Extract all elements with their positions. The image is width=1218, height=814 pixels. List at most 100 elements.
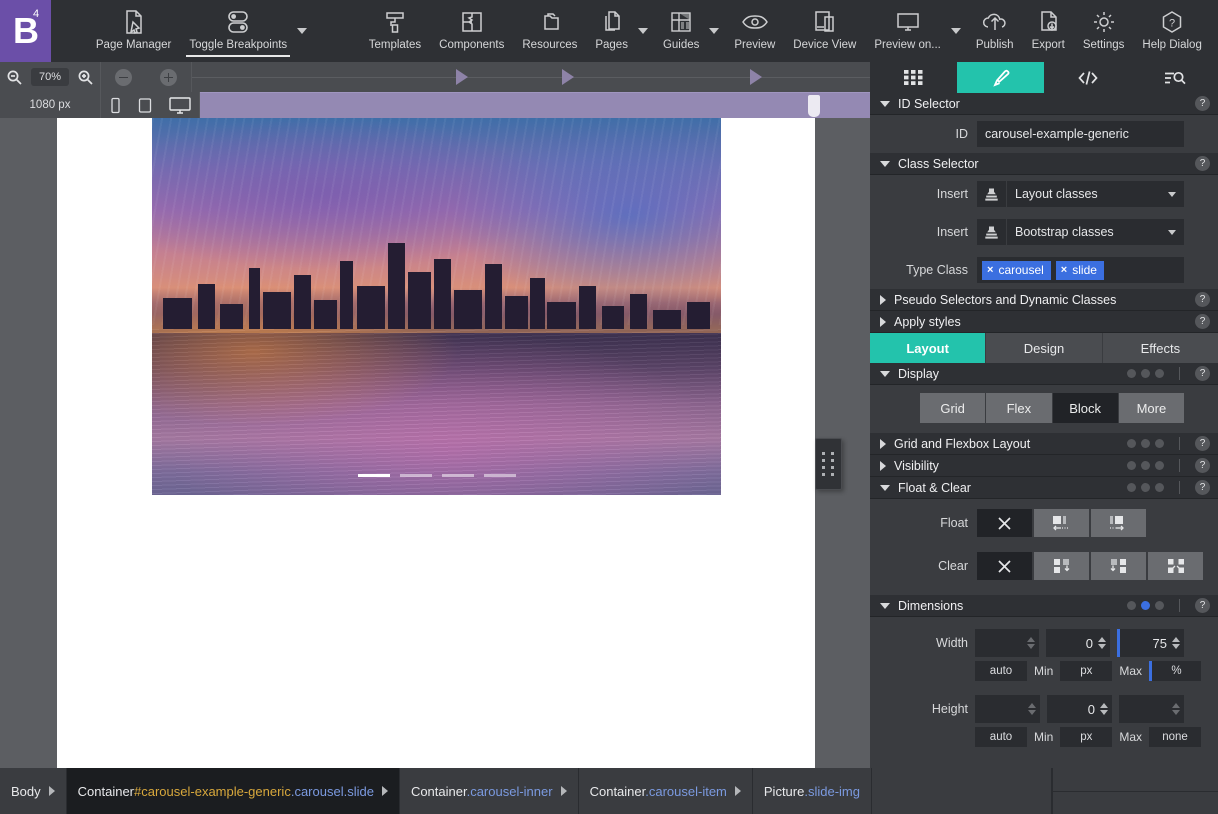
height-max-unit-button[interactable]: none <box>1149 727 1202 747</box>
breakpoint-marker-1[interactable] <box>456 69 468 85</box>
breakpoint-marker-2[interactable] <box>562 69 574 85</box>
display-flex-button[interactable]: Flex <box>986 393 1053 423</box>
float-right-button[interactable] <box>1091 509 1146 537</box>
section-header-grid-flexbox[interactable]: Grid and Flexbox Layout ? <box>870 433 1218 455</box>
help-icon[interactable]: ? <box>1195 314 1210 329</box>
section-header-dimensions[interactable]: Dimensions ? <box>870 595 1218 617</box>
toggle-breakpoints-dropdown[interactable] <box>296 0 313 62</box>
toolbar-button-resources[interactable]: Resources <box>513 0 586 62</box>
help-icon[interactable]: ? <box>1195 96 1210 111</box>
clear-both-button[interactable] <box>1148 552 1203 580</box>
remove-chip-icon[interactable]: × <box>987 264 993 276</box>
toolbar-button-device-view[interactable]: Device View <box>784 0 865 62</box>
carousel-slide-image[interactable] <box>152 118 721 495</box>
breakpoint-marker-3[interactable] <box>750 69 762 85</box>
carousel-indicator[interactable] <box>399 474 432 477</box>
height-min-input[interactable]: 0 <box>1047 695 1112 723</box>
id-input[interactable]: carousel-example-generic <box>977 121 1184 147</box>
help-icon[interactable]: ? <box>1195 436 1210 451</box>
breakpoint-ruler[interactable] <box>192 62 870 92</box>
class-chip[interactable]: × slide <box>1055 260 1104 280</box>
section-header-display[interactable]: Display ? <box>870 363 1218 385</box>
canvas-page[interactable] <box>57 118 815 768</box>
help-icon[interactable]: ? <box>1195 156 1210 171</box>
breakpoint-range-bar[interactable] <box>200 92 870 118</box>
stamp-icon[interactable] <box>977 219 1007 245</box>
help-icon[interactable]: ? <box>1195 458 1210 473</box>
breadcrumb-item-carousel-inner[interactable]: Container.carousel-inner <box>400 768 579 814</box>
help-icon[interactable]: ? <box>1195 292 1210 307</box>
height-min-stepper[interactable] <box>1100 703 1108 715</box>
plus-circle-icon[interactable] <box>160 68 177 86</box>
width-min-stepper[interactable] <box>1098 637 1106 649</box>
height-stepper[interactable] <box>1028 703 1036 715</box>
toolbar-button-pages[interactable]: Pages <box>586 0 637 62</box>
width-max-unit-button[interactable]: % <box>1149 661 1202 681</box>
app-logo[interactable]: B 4 <box>0 0 52 62</box>
toolbar-button-export[interactable]: Export <box>1023 0 1074 62</box>
tab-overview[interactable] <box>870 62 957 93</box>
height-auto-button[interactable]: auto <box>975 727 1027 747</box>
carousel-indicators[interactable] <box>357 474 516 477</box>
width-max-stepper[interactable] <box>1172 637 1180 649</box>
display-grid-button[interactable]: Grid <box>920 393 987 423</box>
layout-classes-select[interactable]: Layout classes <box>1007 181 1184 207</box>
float-none-button[interactable] <box>977 509 1032 537</box>
zoom-in-icon[interactable] <box>77 69 94 86</box>
zoom-level-value[interactable]: 70% <box>30 68 70 86</box>
width-value-input[interactable] <box>975 629 1039 657</box>
toolbar-button-preview[interactable]: Preview <box>725 0 784 62</box>
help-icon[interactable]: ? <box>1195 598 1210 613</box>
carousel-indicator[interactable] <box>441 474 474 477</box>
class-chip[interactable]: × carousel <box>982 260 1051 280</box>
breadcrumb-item-body[interactable]: Body <box>0 768 67 814</box>
section-header-apply-styles[interactable]: Apply styles ? <box>870 311 1218 333</box>
toolbar-button-toggle-breakpoints[interactable]: Toggle Breakpoints <box>180 0 296 62</box>
toolbar-button-guides[interactable]: Guides <box>654 0 708 62</box>
toolbar-button-components[interactable]: Components <box>430 0 513 62</box>
clear-none-button[interactable] <box>977 552 1032 580</box>
toolbar-button-templates[interactable]: Templates <box>360 0 430 62</box>
section-header-class-selector[interactable]: Class Selector ? <box>870 153 1218 175</box>
width-max-input[interactable]: 75 <box>1117 629 1184 657</box>
height-min-unit-button[interactable]: px <box>1060 727 1113 747</box>
tab-effects[interactable]: Effects <box>1102 333 1218 363</box>
clear-right-button[interactable] <box>1091 552 1146 580</box>
breakpoint-drag-handle[interactable] <box>808 95 820 117</box>
tab-search[interactable] <box>1131 62 1218 93</box>
tab-design[interactable]: Design <box>986 333 1103 363</box>
minus-circle-icon[interactable] <box>115 68 132 86</box>
float-left-button[interactable] <box>1034 509 1089 537</box>
section-header-pseudo-selectors[interactable]: Pseudo Selectors and Dynamic Classes ? <box>870 289 1218 311</box>
tab-code[interactable] <box>1044 62 1131 93</box>
phone-icon[interactable] <box>109 97 122 114</box>
carousel-indicator[interactable] <box>483 474 516 477</box>
section-header-float-clear[interactable]: Float & Clear ? <box>870 477 1218 499</box>
display-block-button[interactable]: Block <box>1052 393 1119 423</box>
width-min-input[interactable]: 0 <box>1046 629 1110 657</box>
breadcrumb-item-carousel[interactable]: Container#carousel-example-generic.carou… <box>66 768 400 814</box>
breadcrumb-item-picture[interactable]: Picture.slide-img <box>753 768 872 814</box>
breadcrumb-item-carousel-item[interactable]: Container.carousel-item <box>579 768 753 814</box>
remove-chip-icon[interactable]: × <box>1061 264 1067 276</box>
class-chips-container[interactable]: × carousel × slide <box>977 257 1184 283</box>
width-stepper[interactable] <box>1027 637 1035 649</box>
bootstrap-classes-select[interactable]: Bootstrap classes <box>1007 219 1184 245</box>
toolbar-button-settings[interactable]: Settings <box>1074 0 1134 62</box>
section-header-visibility[interactable]: Visibility ? <box>870 455 1218 477</box>
pages-dropdown[interactable] <box>637 0 654 62</box>
toolbar-button-preview-on[interactable]: Preview on... <box>865 0 949 62</box>
toolbar-button-publish[interactable]: Publish <box>967 0 1023 62</box>
width-auto-button[interactable]: auto <box>975 661 1027 681</box>
stamp-icon[interactable] <box>977 181 1007 207</box>
desktop-icon[interactable] <box>168 96 192 114</box>
preview-on-dropdown[interactable] <box>950 0 967 62</box>
display-more-button[interactable]: More <box>1118 393 1184 423</box>
carousel-indicator[interactable] <box>357 474 390 477</box>
help-icon[interactable]: ? <box>1195 480 1210 495</box>
guides-dropdown[interactable] <box>708 0 725 62</box>
help-icon[interactable]: ? <box>1195 366 1210 381</box>
section-header-id-selector[interactable]: ID Selector ? <box>870 93 1218 115</box>
zoom-out-icon[interactable] <box>6 69 23 86</box>
width-min-unit-button[interactable]: px <box>1060 661 1113 681</box>
